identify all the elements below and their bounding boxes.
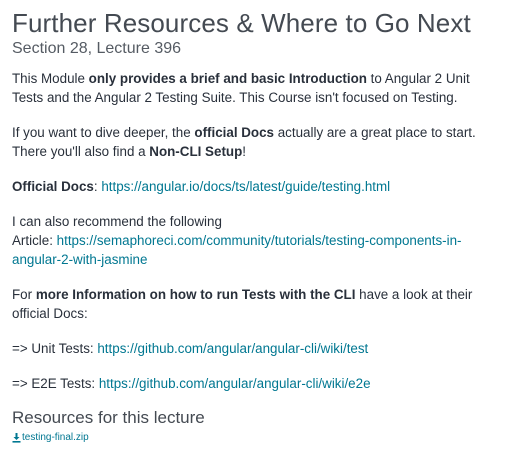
article-text-1: I can also recommend the following bbox=[12, 214, 222, 229]
docs-bold-noncli: Non-CLI Setup bbox=[149, 144, 243, 159]
official-docs-paragraph: Official Docs: https://angular.io/docs/t… bbox=[12, 177, 496, 196]
unit-tests-label: => Unit Tests: bbox=[12, 341, 98, 356]
resources-title: Resources for this lecture bbox=[12, 408, 205, 427]
article-link[interactable]: https://semaphoreci.com/community/tutori… bbox=[12, 233, 462, 267]
lecture-page: Further Resources & Where to Go Next Sec… bbox=[0, 0, 508, 452]
official-docs-link[interactable]: https://angular.io/docs/ts/latest/guide/… bbox=[101, 179, 390, 194]
cli-text-1: For bbox=[12, 287, 36, 302]
e2e-tests-paragraph: => E2E Tests: https://github.com/angular… bbox=[12, 374, 496, 393]
article-text-2: Article: bbox=[12, 233, 57, 248]
article-paragraph: I can also recommend the following Articl… bbox=[12, 212, 496, 269]
resource-file-name: testing-final.zip bbox=[22, 432, 89, 443]
docs-paragraph: If you want to dive deeper, the official… bbox=[12, 123, 496, 161]
docs-bold-official: official Docs bbox=[194, 125, 275, 140]
intro-bold-text: only provides a brief and basic Introduc… bbox=[88, 71, 367, 86]
lecture-content: This Module only provides a brief and ba… bbox=[12, 69, 496, 393]
docs-text-1: If you want to dive deeper, the bbox=[12, 125, 195, 140]
intro-text-1: This Module bbox=[12, 71, 89, 86]
e2e-tests-link[interactable]: https://github.com/angular/angular-cli/w… bbox=[99, 376, 371, 391]
lecture-subtitle: Section 28, Lecture 396 bbox=[12, 40, 182, 57]
resource-file-link[interactable]: testing-final.zip bbox=[12, 432, 89, 444]
docs-text-3: ! bbox=[242, 144, 246, 159]
cli-paragraph: For more Information on how to run Tests… bbox=[12, 285, 496, 323]
lecture-title: Further Resources & Where to Go Next bbox=[12, 8, 471, 38]
official-docs-label: Official Docs bbox=[12, 179, 94, 194]
unit-tests-paragraph: => Unit Tests: https://github.com/angula… bbox=[12, 339, 496, 358]
download-icon bbox=[12, 433, 21, 443]
cli-bold-text: more Information on how to run Tests wit… bbox=[35, 287, 356, 302]
e2e-tests-label: => E2E Tests: bbox=[12, 376, 99, 391]
unit-tests-link[interactable]: https://github.com/angular/angular-cli/w… bbox=[97, 341, 368, 356]
intro-paragraph: This Module only provides a brief and ba… bbox=[12, 69, 496, 107]
